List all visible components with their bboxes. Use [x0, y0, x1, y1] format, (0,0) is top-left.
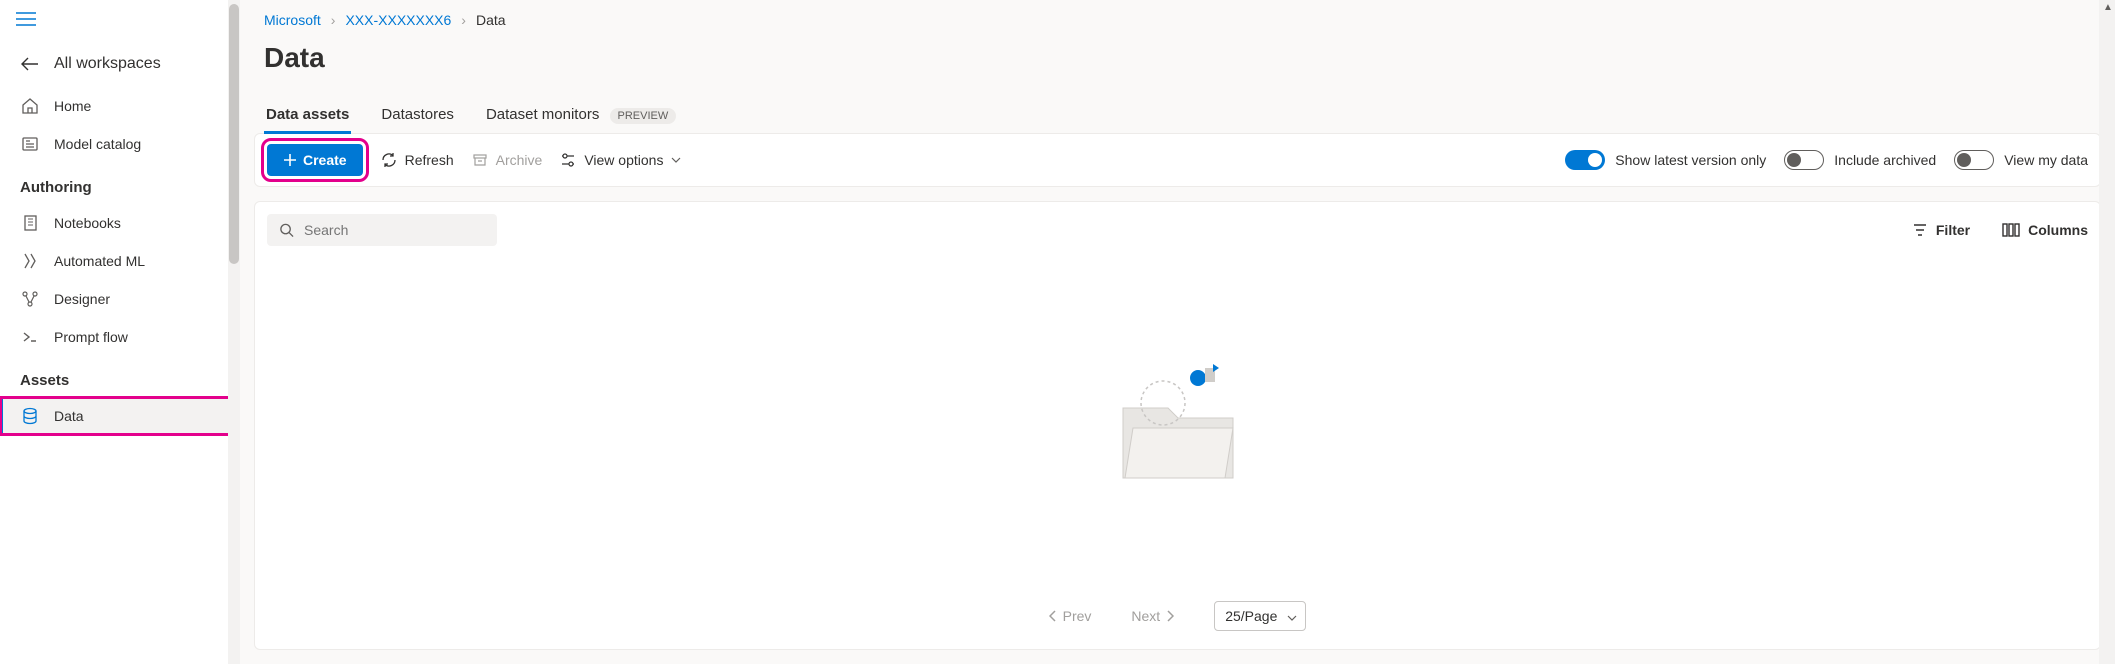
search-input[interactable] — [304, 222, 485, 238]
sidebar-item-label: Model catalog — [54, 136, 141, 152]
sidebar-item-label: Designer — [54, 291, 110, 307]
sidebar-item-automated-ml[interactable]: Automated ML — [0, 242, 240, 280]
chevron-right-icon — [1166, 610, 1174, 622]
archive-button: Archive — [472, 152, 543, 168]
refresh-button[interactable]: Refresh — [381, 152, 454, 168]
tab-bar: Data assets Datastores Dataset monitors … — [240, 98, 2115, 133]
toggle-view-my-data[interactable]: View my data — [1954, 150, 2088, 170]
filter-button[interactable]: Filter — [1912, 222, 1970, 238]
sidebar-item-prompt-flow[interactable]: Prompt flow — [0, 318, 240, 356]
sidebar-item-home[interactable]: Home — [0, 87, 240, 125]
prev-button[interactable]: Prev — [1049, 608, 1092, 624]
catalog-icon — [20, 135, 40, 153]
hamburger-icon — [16, 12, 36, 26]
tab-datastores[interactable]: Datastores — [379, 98, 456, 133]
prompt-icon — [20, 328, 40, 346]
columns-icon — [2002, 222, 2020, 238]
main-content: Microsoft › XXX-XXXXXXX6 › Data Data Dat… — [240, 0, 2115, 664]
sidebar-scrollbar[interactable]: ▲ — [228, 0, 240, 664]
toggle-include-archived[interactable]: Include archived — [1784, 150, 1936, 170]
search-box[interactable] — [267, 214, 497, 246]
archive-icon — [472, 152, 488, 168]
all-workspaces-label: All workspaces — [54, 55, 161, 73]
plus-icon — [283, 153, 297, 167]
next-button[interactable]: Next — [1131, 608, 1174, 624]
sidebar-item-label: Home — [54, 98, 91, 114]
chevron-left-icon — [1049, 610, 1057, 622]
view-options-button[interactable]: View options — [560, 152, 681, 168]
sidebar-item-label: Data — [54, 408, 84, 424]
sidebar-scroll-thumb[interactable] — [229, 4, 239, 264]
toggle-latest-version[interactable]: Show latest version only — [1565, 150, 1766, 170]
sidebar-item-designer[interactable]: Designer — [0, 280, 240, 318]
sidebar-item-model-catalog[interactable]: Model catalog — [0, 125, 240, 163]
page-size-select[interactable]: 25/Page — [1214, 601, 1306, 631]
notebook-icon — [20, 214, 40, 232]
home-icon — [20, 97, 40, 115]
sidebar: All workspaces Home Model catalog Author… — [0, 0, 240, 664]
designer-icon — [20, 290, 40, 308]
toggle-switch[interactable] — [1565, 150, 1605, 170]
chevron-down-icon — [1287, 608, 1297, 624]
sidebar-item-label: Automated ML — [54, 253, 145, 269]
sidebar-item-data[interactable]: Data — [0, 397, 240, 435]
scroll-up-icon: ▲ — [2103, 2, 2113, 13]
content-toolbar: Filter Columns — [255, 202, 2100, 258]
chevron-right-icon: › — [331, 12, 336, 28]
automl-icon — [20, 252, 40, 270]
hamburger-button[interactable] — [0, 0, 240, 41]
preview-badge: PREVIEW — [610, 108, 677, 124]
toggle-switch[interactable] — [1954, 150, 1994, 170]
back-arrow-icon — [20, 57, 40, 71]
sidebar-item-notebooks[interactable]: Notebooks — [0, 204, 240, 242]
sidebar-item-label: Notebooks — [54, 215, 121, 231]
empty-state — [255, 258, 2100, 587]
empty-folder-icon — [1103, 358, 1253, 488]
filter-icon — [1912, 222, 1928, 238]
breadcrumb-current: Data — [476, 12, 506, 28]
breadcrumb-link[interactable]: XXX-XXXXXXX6 — [345, 12, 451, 28]
tab-data-assets[interactable]: Data assets — [264, 98, 351, 133]
toggle-switch[interactable] — [1784, 150, 1824, 170]
chevron-down-icon — [671, 157, 681, 163]
tab-dataset-monitors[interactable]: Dataset monitors PREVIEW — [484, 98, 678, 133]
sliders-icon — [560, 152, 576, 168]
content-panel: Filter Columns Prev Next — [254, 201, 2101, 650]
search-icon — [279, 222, 294, 238]
page-title: Data — [240, 34, 2115, 98]
sidebar-section-authoring: Authoring — [0, 163, 240, 204]
breadcrumb: Microsoft › XXX-XXXXXXX6 › Data — [240, 0, 2115, 34]
create-button[interactable]: Create — [267, 144, 363, 176]
toolbar: Create Refresh Archive View options Show… — [254, 133, 2101, 187]
sidebar-item-label: Prompt flow — [54, 329, 128, 345]
refresh-icon — [381, 152, 397, 168]
data-icon — [20, 407, 40, 425]
breadcrumb-link[interactable]: Microsoft — [264, 12, 321, 28]
columns-button[interactable]: Columns — [2002, 222, 2088, 238]
pagination: Prev Next 25/Page — [255, 587, 2100, 649]
all-workspaces-link[interactable]: All workspaces — [0, 41, 240, 87]
sidebar-section-assets: Assets — [0, 356, 240, 397]
main-scrollbar[interactable]: ▲ — [2099, 0, 2115, 664]
chevron-right-icon: › — [461, 12, 466, 28]
